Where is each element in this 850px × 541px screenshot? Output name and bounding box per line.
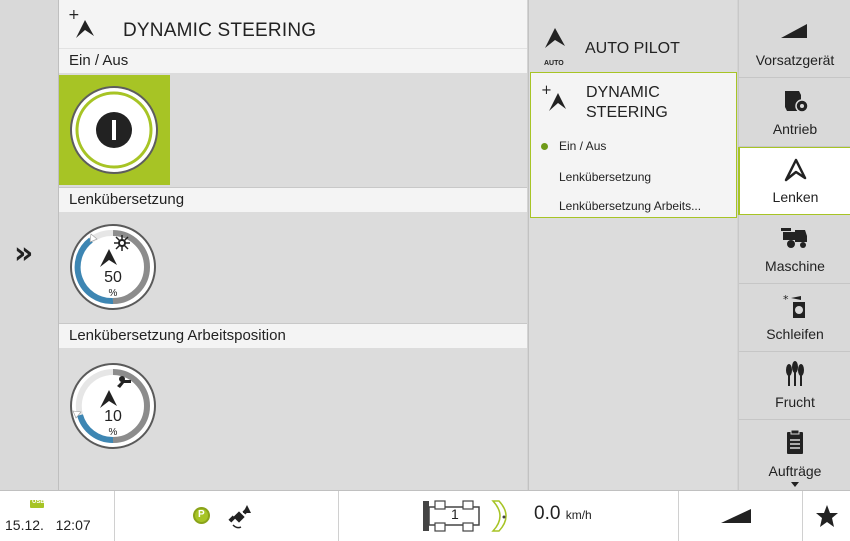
dynamic-steering-submenu: + DYNAMIC STEERING Ein / Aus Lenküberset… — [530, 72, 737, 218]
dynamic-steering-menu-title[interactable]: DYNAMIC STEERING — [586, 83, 726, 123]
crop-icon — [786, 361, 804, 386]
section-label-steering-ratio: Lenkübersetzung — [59, 188, 527, 212]
section-steering-ratio: 50 % — [59, 212, 527, 323]
header-attachment-status-icon — [721, 509, 751, 523]
expand-chevron-icon[interactable]: » — [14, 236, 34, 271]
autopilot-icon — [545, 28, 565, 48]
menu-title-line1: DYNAMIC — [586, 84, 660, 101]
submenu-item-steering-ratio[interactable]: Lenkübersetzung — [559, 170, 651, 184]
date-time: 15.12. 12:07 — [5, 517, 91, 533]
section-label-on-off: Ein / Aus — [59, 49, 527, 73]
nav-label: Lenken — [772, 189, 819, 205]
autopilot-menu-item[interactable]: AUTO AUTO PILOT — [529, 8, 738, 68]
parking-brake-icon: P — [193, 507, 210, 524]
grinding-icon: * — [783, 293, 805, 318]
nav-item-antrieb[interactable]: Antrieb — [739, 79, 850, 147]
header-attachment-icon — [781, 24, 807, 38]
working-position-ratio-unit: % — [108, 427, 118, 438]
status-indicators-cell: P — [115, 491, 339, 541]
time-text: 12:07 — [55, 517, 91, 533]
dynamic-steering-menu-icon: + — [541, 83, 566, 111]
autopilot-label: AUTO PILOT — [585, 40, 680, 57]
favorites-cell[interactable] — [803, 491, 850, 541]
section-on-off — [59, 73, 527, 187]
favorites-star-icon[interactable] — [815, 504, 839, 528]
nav-item-auftraege[interactable]: Aufträge — [739, 421, 850, 483]
working-position-ratio-dial[interactable] — [67, 360, 159, 452]
submenu-item-working-position-ratio[interactable]: Lenkübersetzung Arbeits... — [559, 199, 701, 213]
gear-range-indicator — [423, 500, 507, 532]
steering-ratio-value: 50 — [104, 269, 122, 286]
nav-item-maschine[interactable]: Maschine — [739, 216, 850, 284]
nav-label: Schleifen — [766, 326, 824, 342]
scroll-down-arrow-icon[interactable] — [791, 482, 799, 487]
steering-submenu-panel: AUTO AUTO PILOT + DYNAMIC STEERING Ein /… — [528, 0, 737, 490]
drive-icon — [785, 91, 809, 113]
submenu-item-on-off[interactable]: Ein / Aus — [559, 139, 606, 153]
on-off-toggle-button[interactable] — [59, 75, 170, 185]
nav-item-frucht[interactable]: Frucht — [739, 352, 850, 420]
gps-satellite-icon — [228, 505, 251, 529]
steering-ratio-unit: % — [108, 288, 118, 299]
nav-label: Maschine — [765, 258, 825, 274]
nav-item-lenken[interactable]: Lenken — [738, 147, 850, 215]
orders-icon — [787, 429, 803, 454]
page-title: DYNAMIC STEERING — [123, 20, 317, 41]
nav-label: Frucht — [775, 394, 815, 410]
svg-text:*: * — [783, 293, 789, 306]
working-position-ratio-value: 10 — [104, 408, 122, 425]
nav-label: Antrieb — [772, 121, 818, 137]
menu-title-line2: STEERING — [586, 104, 668, 121]
harvester-icon — [781, 228, 807, 248]
usb-icon: USB — [30, 499, 45, 508]
svg-text:+: + — [68, 8, 80, 23]
power-button-icon — [70, 86, 158, 174]
svg-text:+: + — [541, 83, 552, 98]
autopilot-badge: AUTO — [544, 60, 564, 67]
speed-value: 0.0 — [534, 503, 561, 524]
date-text: 15.12. — [5, 517, 44, 533]
datetime-cell: USB 15.12. 12:07 — [0, 491, 115, 541]
section-label-working-position-ratio: Lenkübersetzung Arbeitsposition — [59, 324, 527, 348]
main-navigation: Vorsatzgerät Antrieb Lenken Maschine * S… — [738, 0, 850, 490]
gear-number: 1 — [451, 506, 459, 522]
nav-label: Vorsatzgerät — [755, 52, 835, 68]
nav-item-vorsatzgeraet[interactable]: Vorsatzgerät — [739, 10, 850, 78]
panel-header: + DYNAMIC STEERING — [59, 0, 527, 49]
drive-status-cell: 1 0.0 km/h — [339, 491, 679, 541]
speed-unit: km/h — [565, 508, 592, 522]
nav-item-schleifen[interactable]: * Schleifen — [739, 284, 850, 352]
attachment-status-cell[interactable] — [679, 491, 803, 541]
speed-readout: 0.0 km/h — [534, 503, 592, 525]
steering-icon — [784, 158, 807, 182]
section-working-position-ratio: 10 % — [59, 348, 527, 488]
status-bar: USB 15.12. 12:07 P 1 0.0 km/h — [0, 490, 850, 541]
steering-ratio-dial[interactable] — [67, 221, 159, 313]
active-item-indicator — [541, 143, 548, 150]
dynamic-steering-panel: + DYNAMIC STEERING Ein / Aus Lenküberset… — [59, 0, 527, 490]
nav-label: Aufträge — [768, 463, 822, 479]
dynamic-steering-icon: + — [68, 8, 94, 38]
expand-panel-strip[interactable]: » — [0, 0, 59, 490]
